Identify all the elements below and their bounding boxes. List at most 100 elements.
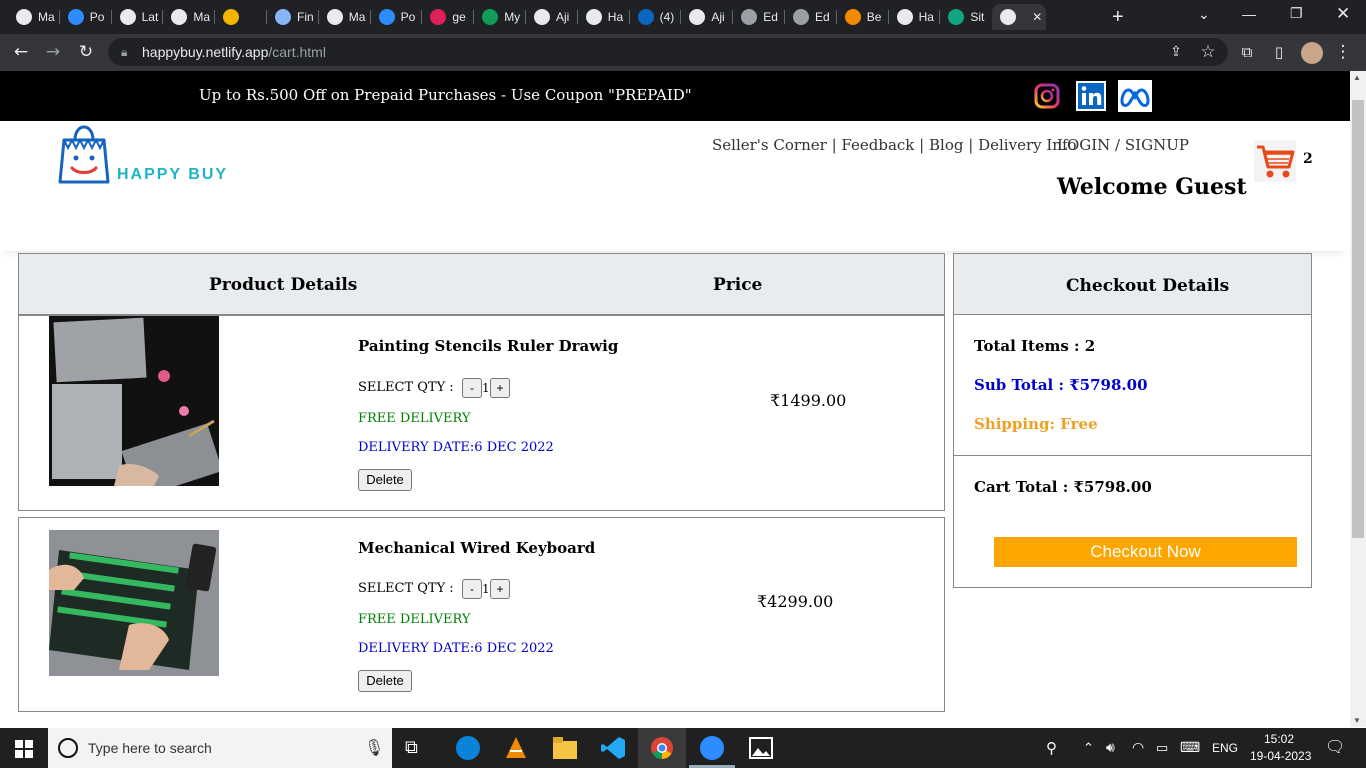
notifications-icon[interactable]: 🗨︎ (1325, 737, 1345, 757)
clock-time[interactable]: 15:02 (1264, 732, 1294, 746)
qty-value: 1 (482, 582, 490, 596)
meta-icon[interactable] (1118, 80, 1152, 112)
people-icon[interactable]: ⚲ (1046, 739, 1057, 757)
chrome-app-icon[interactable] (650, 736, 674, 760)
happy-buy-logo[interactable] (58, 124, 110, 186)
browser-tab[interactable]: Be (837, 4, 893, 30)
qty-increase-button[interactable]: + (490, 579, 510, 599)
nav-feedback[interactable]: Feedback (841, 136, 914, 154)
browser-tab[interactable]: Ma (8, 4, 64, 30)
address-bar[interactable]: happybuy.netlify.app/cart.html (108, 38, 1228, 66)
keyboard-icon[interactable]: ⌨︎ (1180, 739, 1200, 756)
product-name[interactable]: Painting Stencils Ruler Drawig (358, 337, 618, 355)
tab-favicon-icon (741, 9, 758, 25)
browser-tab[interactable]: Aji (681, 4, 737, 30)
zoom-app-icon[interactable] (700, 736, 724, 760)
profile-avatar[interactable] (1301, 42, 1323, 64)
volume-icon[interactable]: 🔊︎ (1106, 739, 1115, 756)
browser-tab[interactable]: Ma (163, 4, 219, 30)
vscode-app-icon[interactable] (601, 736, 625, 760)
vlc-app-icon[interactable] (504, 736, 528, 760)
new-tab-button[interactable]: + (1112, 6, 1124, 29)
photos-app-icon[interactable] (749, 737, 773, 759)
top-nav: Seller's Corner | Feedback | Blog | Deli… (712, 136, 1077, 154)
task-view-icon[interactable]: ⧉ (405, 737, 418, 758)
clock-date[interactable]: 19-04-2023 (1250, 749, 1311, 763)
login-signup-link[interactable]: LOGIN / SIGNUP (1057, 136, 1189, 154)
product-name[interactable]: Mechanical Wired Keyboard (358, 539, 595, 557)
windows-start-icon[interactable] (15, 740, 33, 758)
free-delivery-label: FREE DELIVERY (358, 411, 471, 426)
brand-name[interactable]: HAPPY BUY (117, 166, 228, 184)
browser-tab[interactable]: Fin (267, 4, 323, 30)
browser-tab[interactable] (215, 4, 271, 30)
wifi-icon[interactable]: ◠ (1132, 739, 1144, 756)
linkedin-icon[interactable] (1075, 80, 1107, 112)
delivery-date: DELIVERY DATE:6 DEC 2022 (358, 641, 554, 656)
browser-tab[interactable]: ge (422, 4, 478, 30)
browser-tab[interactable]: Ha (578, 4, 634, 30)
qty-increase-button[interactable]: + (490, 378, 510, 398)
share-icon[interactable]: ⇪ (1165, 42, 1187, 62)
tab-title: Fin (297, 10, 314, 24)
browser-tab[interactable]: Sit (940, 4, 996, 30)
side-panel-icon[interactable]: ▯ (1268, 42, 1290, 62)
shopping-cart-icon[interactable] (1254, 140, 1296, 182)
tab-title: Sit (970, 10, 985, 24)
tab-title: Ha (607, 10, 624, 24)
tray-overflow-icon[interactable]: ⌃ (1083, 740, 1094, 756)
browser-tab[interactable]: Ed (733, 4, 789, 30)
search-circle-icon (58, 738, 78, 758)
nav-sellers-corner[interactable]: Seller's Corner (712, 136, 827, 154)
restore-window-icon[interactable]: ❐ (1290, 5, 1303, 22)
qty-decrease-button[interactable]: - (462, 579, 482, 599)
browser-tab[interactable]: Ma (319, 4, 375, 30)
minimize-window-icon[interactable]: — (1242, 6, 1256, 22)
product-image-stencils[interactable] (49, 316, 219, 486)
scroll-down-arrow-icon[interactable]: ▼ (1353, 716, 1361, 725)
checkout-title: Checkout Details (1066, 276, 1230, 296)
microphone-icon[interactable]: 🎙︎ (364, 738, 384, 758)
language-indicator[interactable]: ENG (1212, 741, 1238, 755)
forward-icon[interactable]: → (42, 42, 64, 62)
item-price: ₹4299.00 (757, 592, 834, 611)
tab-separator (162, 10, 164, 24)
reload-icon[interactable]: ↻ (75, 42, 97, 62)
browser-tab[interactable]: Po (60, 4, 116, 30)
browser-tab[interactable]: Po (371, 4, 427, 30)
item-price: ₹1499.00 (770, 391, 847, 410)
promo-text: Up to Rs.500 Off on Prepaid Purchases - … (199, 86, 692, 104)
browser-tab[interactable]: (4) (630, 4, 686, 30)
delete-button[interactable]: Delete (358, 670, 412, 692)
lock-icon[interactable]: 🔒︎ (121, 45, 127, 60)
tab-favicon-icon (171, 9, 188, 25)
edge-app-icon[interactable] (456, 736, 480, 760)
cart-header-bar (19, 254, 944, 315)
qty-decrease-button[interactable]: - (462, 378, 482, 398)
bookmark-star-icon[interactable]: ☆ (1197, 42, 1219, 62)
battery-icon[interactable]: ▭ (1156, 740, 1168, 756)
back-icon[interactable]: ← (10, 42, 32, 62)
browser-tab[interactable]: Ed (785, 4, 841, 30)
cart-total: Cart Total : ₹5798.00 (974, 478, 1152, 496)
tab-search-icon[interactable]: ⌄ (1198, 6, 1210, 23)
nav-blog[interactable]: Blog (929, 136, 963, 154)
product-image-keyboard[interactable] (49, 530, 219, 676)
extensions-icon[interactable]: ⧉ (1236, 42, 1258, 62)
browser-menu-icon[interactable]: ⋮ (1332, 42, 1354, 62)
close-window-icon[interactable]: ✕ (1336, 4, 1350, 24)
browser-tab[interactable]: Aji (526, 4, 582, 30)
taskbar-search-placeholder: Type here to search (88, 740, 212, 756)
scrollbar-thumb[interactable] (1352, 100, 1364, 538)
delete-button[interactable]: Delete (358, 469, 412, 491)
browser-tab[interactable]: Ha (889, 4, 945, 30)
browser-tab[interactable]: Lat (112, 4, 168, 30)
checkout-now-button[interactable]: Checkout Now (994, 537, 1297, 567)
close-tab-icon[interactable]: ✕ (1032, 10, 1042, 24)
instagram-icon[interactable] (1034, 83, 1060, 109)
browser-tab[interactable]: My (474, 4, 530, 30)
file-explorer-app-icon[interactable] (553, 737, 577, 759)
taskbar-search-box[interactable]: Type here to search (48, 728, 392, 768)
browser-tab[interactable]: ✕ (992, 4, 1047, 30)
scroll-up-arrow-icon[interactable]: ▲ (1353, 73, 1361, 82)
